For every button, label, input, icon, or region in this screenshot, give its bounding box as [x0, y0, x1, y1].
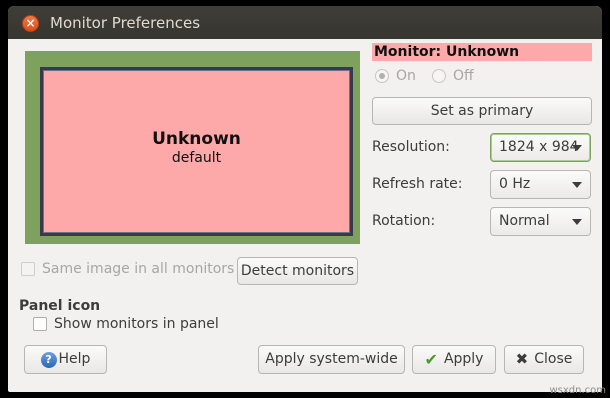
radio-off[interactable]: Off: [432, 68, 474, 84]
show-monitors-label: Show monitors in panel: [54, 316, 219, 332]
radio-on[interactable]: On: [375, 68, 416, 84]
rotation-value: Normal: [499, 213, 550, 229]
monitor-header: Monitor: Unknown: [372, 43, 592, 61]
apply-system-wide-button[interactable]: Apply system-wide: [258, 345, 405, 374]
help-icon: ?: [40, 351, 57, 368]
detect-monitors-button[interactable]: Detect monitors: [237, 257, 358, 285]
rotation-select[interactable]: Normal: [490, 207, 591, 236]
radio-on-label: On: [396, 68, 416, 84]
checkmark-icon: ✔: [424, 350, 438, 369]
refresh-rate-value: 0 Hz: [499, 176, 531, 192]
help-button-label: Help: [58, 351, 91, 367]
same-image-checkbox[interactable]: Same image in all monitors: [21, 261, 234, 277]
monitor-preview-rect[interactable]: Unknown default: [40, 67, 353, 236]
window-close-icon[interactable]: ×: [22, 15, 39, 32]
title-bar: × Monitor Preferences: [8, 6, 602, 39]
monitor-preferences-window: × Monitor Preferences Unknown default Mo…: [8, 6, 602, 392]
x-icon: ✖: [515, 350, 529, 368]
resolution-value: 1824 x 984: [499, 139, 579, 155]
refresh-rate-label: Refresh rate:: [372, 176, 463, 192]
close-button-label: Close: [534, 351, 573, 367]
apply-system-wide-label: Apply system-wide: [265, 351, 398, 367]
chevron-down-icon: [572, 145, 582, 151]
same-image-label: Same image in all monitors: [42, 261, 235, 277]
apply-button-label: Apply: [443, 351, 484, 367]
set-as-primary-button[interactable]: Set as primary: [372, 97, 592, 125]
radio-off-label: Off: [453, 68, 474, 84]
window-title: Monitor Preferences: [50, 14, 201, 32]
help-button[interactable]: ? Help: [24, 345, 107, 374]
panel-icon-title: Panel icon: [19, 298, 101, 314]
show-monitors-checkbox-box[interactable]: [33, 317, 47, 331]
radio-on-button[interactable]: [375, 69, 389, 83]
show-monitors-checkbox[interactable]: Show monitors in panel: [33, 316, 219, 332]
refresh-rate-select[interactable]: 0 Hz: [490, 170, 591, 199]
apply-button[interactable]: ✔ Apply: [412, 345, 496, 374]
watermark: wsxdn.com: [549, 385, 606, 396]
close-button[interactable]: ✖ Close: [504, 345, 584, 374]
resolution-label: Resolution:: [372, 139, 450, 155]
rotation-label: Rotation:: [372, 213, 436, 229]
radio-off-button[interactable]: [432, 69, 446, 83]
chevron-down-icon: [572, 182, 582, 188]
preview-monitor-name: Unknown: [152, 129, 241, 149]
same-image-checkbox-box[interactable]: [21, 262, 35, 276]
monitor-preview-area: Unknown default: [25, 51, 360, 244]
preview-monitor-sub: default: [171, 150, 222, 166]
chevron-down-icon: [572, 219, 582, 225]
resolution-select[interactable]: 1824 x 984: [490, 133, 591, 162]
